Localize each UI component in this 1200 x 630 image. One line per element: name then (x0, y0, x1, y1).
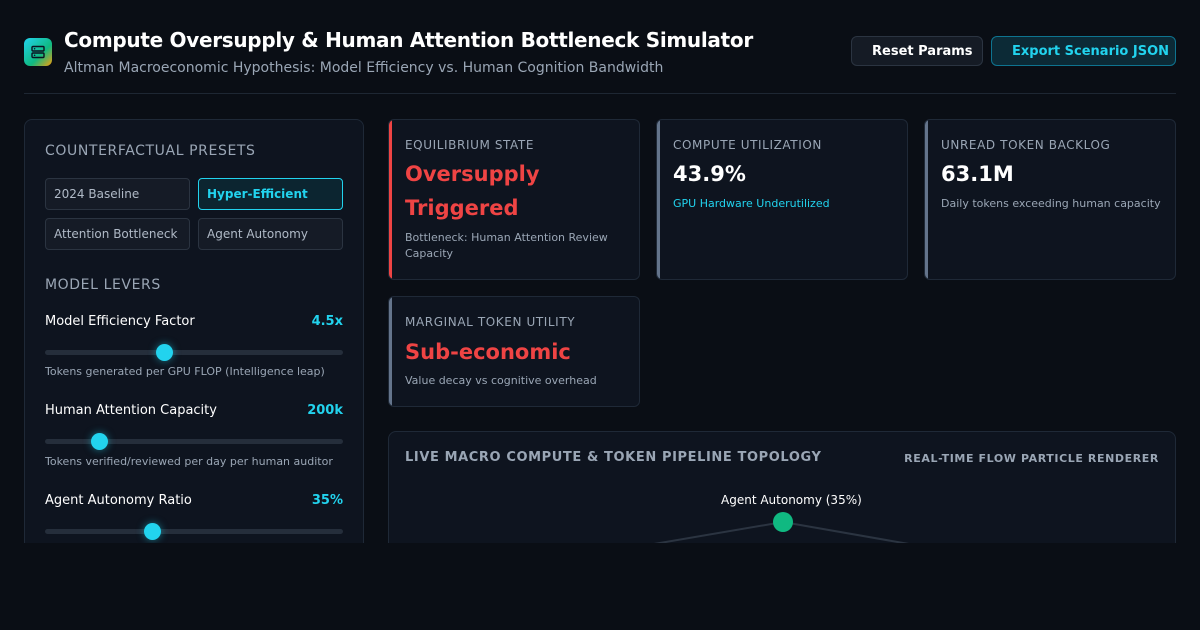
presets-section-title: COUNTERFACTUAL PRESETS (45, 143, 256, 159)
export-scenario-button[interactable]: Export Scenario JSON (991, 36, 1176, 66)
kpi-card-equilibrium: EQUILIBRIUM STATE Oversupply Triggered B… (388, 119, 640, 280)
slider-thumb[interactable] (156, 344, 174, 361)
export-scenario-label: Export Scenario JSON (1012, 43, 1170, 59)
lever-label: Human Attention Capacity (45, 403, 217, 418)
preset-2024-baseline[interactable]: 2024 Baseline (45, 178, 190, 210)
kpi-label: EQUILIBRIUM STATE (405, 138, 535, 152)
lever-label: Model Efficiency Factor (45, 314, 195, 329)
slider-thumb[interactable] (90, 433, 108, 450)
kpi-card-utilization: COMPUTE UTILIZATION 43.9% GPU Hardware U… (656, 119, 908, 280)
lever-label: Agent Autonomy Ratio (45, 493, 192, 508)
card-accent-bar (925, 120, 928, 279)
kpi-label: UNREAD TOKEN BACKLOG (941, 138, 1111, 152)
model-efficiency-slider[interactable] (45, 344, 343, 361)
pipeline-edge (653, 521, 784, 543)
slider-thumb[interactable] (144, 523, 162, 540)
agent-autonomy-slider[interactable] (45, 523, 343, 540)
kpi-value: 43.9% (673, 162, 746, 186)
kpi-value: Oversupply Triggered (405, 162, 540, 220)
kpi-label: MARGINAL TOKEN UTILITY (405, 315, 576, 329)
kpi-value: 63.1M (941, 162, 1014, 186)
page-title: Compute Oversupply & Human Attention Bot… (64, 28, 753, 52)
agent-autonomy-node[interactable] (773, 512, 793, 532)
kpi-card-utility: MARGINAL TOKEN UTILITY Sub-economic Valu… (388, 296, 640, 407)
server-stack-icon (24, 38, 52, 66)
control-panel: COUNTERFACTUAL PRESETS 2024 Baseline Hyp… (24, 119, 364, 543)
levers-section-title: MODEL LEVERS (45, 277, 161, 293)
header: Compute Oversupply & Human Attention Bot… (24, 26, 1176, 94)
simulator-app: Compute Oversupply & Human Attention Bot… (0, 0, 1200, 543)
lever-value: 200k (307, 403, 343, 418)
reset-params-label: Reset Params (872, 43, 973, 59)
lever-hint: Tokens verified/reviewed per day per hum… (45, 455, 333, 468)
kpi-sub: Value decay vs cognitive overhead (405, 374, 597, 387)
card-accent-bar (389, 297, 392, 406)
reset-params-button[interactable]: Reset Params (851, 36, 983, 66)
kpi-sub: GPU Hardware Underutilized (673, 197, 830, 210)
kpi-sub: Bottleneck: Human Attention Review Capac… (405, 231, 608, 260)
topology-graph (653, 512, 910, 543)
preset-attention-bottleneck[interactable]: Attention Bottleneck (45, 218, 190, 250)
kpi-sub: Daily tokens exceeding human capacity (941, 197, 1161, 210)
kpi-value: Sub-economic (405, 340, 571, 364)
page-subtitle: Altman Macroeconomic Hypothesis: Model E… (64, 60, 664, 76)
card-accent-bar (657, 120, 660, 279)
lever-hint: Tokens generated per GPU FLOP (Intellige… (45, 365, 325, 378)
kpi-card-backlog: UNREAD TOKEN BACKLOG 63.1M Daily tokens … (924, 119, 1176, 280)
lever-value: 4.5x (311, 314, 343, 329)
pipeline-topology-panel: LIVE MACRO COMPUTE & TOKEN PIPELINE TOPO… (388, 431, 1176, 543)
card-accent-bar (389, 120, 392, 279)
preset-agent-autonomy[interactable]: Agent Autonomy (198, 218, 343, 250)
preset-hyper-efficient[interactable]: Hyper-Efficient (198, 178, 343, 210)
human-attention-slider[interactable] (45, 433, 343, 450)
kpi-label: COMPUTE UTILIZATION (673, 138, 822, 152)
lever-value: 35% (311, 493, 343, 508)
pipeline-edge (782, 521, 910, 543)
